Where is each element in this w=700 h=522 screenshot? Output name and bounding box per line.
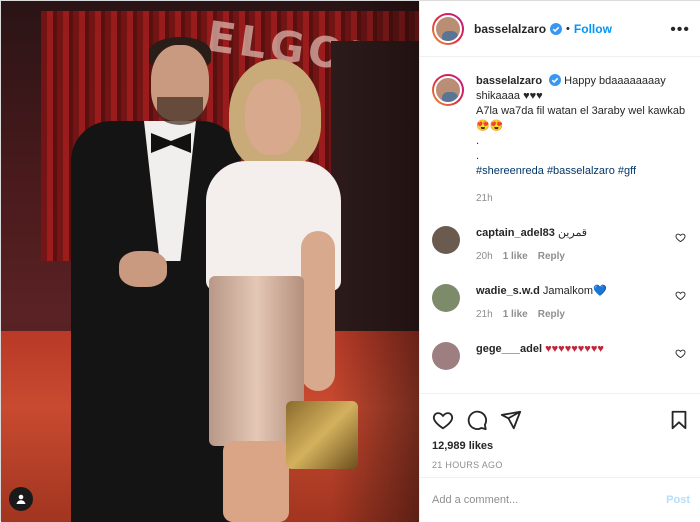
commenter-avatar[interactable]	[432, 284, 460, 312]
comment-likes[interactable]: 1 like	[503, 309, 528, 320]
caption-line-4: .	[476, 150, 480, 162]
more-options-icon[interactable]: •••	[670, 21, 690, 39]
like-comment-icon[interactable]	[675, 348, 686, 359]
header-separator: •	[566, 22, 570, 35]
post-header: basselalzaro • Follow •••	[420, 1, 700, 57]
bookmark-icon[interactable]	[668, 409, 690, 431]
comment-text: ♥♥♥♥♥♥♥♥♥	[545, 343, 604, 355]
comment-text: Jamalkom	[542, 285, 593, 297]
comment-item: captain_adel83 قمرين 20h 1 like Reply	[432, 226, 690, 264]
caption-line-3: .	[476, 135, 480, 147]
comments-area[interactable]: basselalzaro Happy bdaaaaaaaay shikaaaa …	[420, 58, 700, 392]
comment-icon[interactable]	[466, 409, 488, 431]
blue-heart-emoji: 💙	[592, 285, 607, 297]
post-photo[interactable]: ELGOUNA	[1, 1, 419, 522]
commenter-username[interactable]: gege___adel	[476, 343, 542, 355]
verified-badge-icon	[550, 22, 563, 35]
comment-time[interactable]: 20h	[476, 251, 493, 262]
verified-badge-icon	[549, 74, 562, 86]
comment-likes[interactable]: 1 like	[503, 251, 528, 262]
woman-face	[245, 79, 301, 155]
woman-legs	[223, 441, 289, 522]
like-comment-icon[interactable]	[675, 232, 686, 243]
commenter-username[interactable]: captain_adel83	[476, 227, 555, 239]
comment-text: قمرين	[557, 227, 588, 239]
commenter-avatar[interactable]	[432, 226, 460, 254]
post-comment-button[interactable]: Post	[666, 494, 690, 506]
caption-username[interactable]: basselalzaro	[476, 75, 542, 87]
like-icon[interactable]	[432, 409, 454, 431]
caption: basselalzaro Happy bdaaaaaaaay shikaaaa …	[432, 74, 690, 206]
caption-line-2: A7la wa7da fil watan el 3araby wel kawka…	[476, 105, 686, 132]
woman-arm	[301, 231, 335, 391]
reply-button[interactable]: Reply	[538, 251, 565, 262]
post-frame: ELGOUNA basselalzaro • Follow ••• bassel…	[0, 0, 700, 522]
comment-time[interactable]: 21h	[476, 309, 493, 320]
caption-hashtags[interactable]: #shereenreda #basselalzaro #gff	[476, 165, 636, 177]
like-comment-icon[interactable]	[675, 290, 686, 301]
man-hand	[119, 251, 167, 287]
handbag	[286, 401, 358, 469]
comment-item: wadie_s.w.d Jamalkom💙 21h 1 like Reply	[432, 284, 690, 322]
post-timestamp[interactable]: 21 HOURS AGO	[432, 460, 690, 470]
caption-avatar[interactable]	[432, 74, 464, 106]
share-icon[interactable]	[500, 409, 522, 431]
man-beard	[157, 97, 203, 125]
post-sidebar: basselalzaro • Follow ••• basselalzaro H…	[419, 1, 700, 522]
tagged-people-icon[interactable]	[9, 487, 33, 511]
reply-button[interactable]: Reply	[538, 309, 565, 320]
comment-input[interactable]	[432, 494, 667, 506]
author-avatar[interactable]	[432, 12, 464, 45]
author-username[interactable]: basselalzaro	[474, 22, 546, 36]
post-actions: 12,989 likes 21 HOURS AGO	[420, 393, 700, 470]
caption-time[interactable]: 21h	[476, 191, 690, 206]
commenter-avatar[interactable]	[432, 342, 460, 370]
follow-button[interactable]: Follow	[574, 22, 612, 36]
comment-item: gege___adel ♥♥♥♥♥♥♥♥♥	[432, 342, 690, 370]
add-comment-bar: Post	[420, 477, 700, 522]
like-count[interactable]: 12,989 likes	[432, 440, 690, 452]
commenter-username[interactable]: wadie_s.w.d	[476, 285, 540, 297]
